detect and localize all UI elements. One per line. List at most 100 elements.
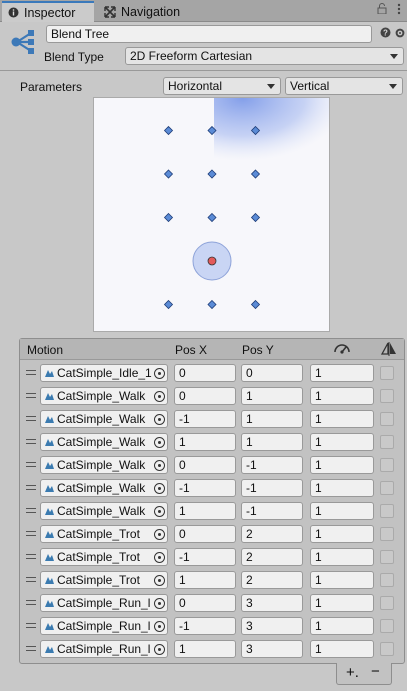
mirror-checkbox[interactable]: [380, 458, 394, 472]
pos-x-field[interactable]: 1: [174, 433, 236, 451]
pos-x-field[interactable]: 0: [174, 594, 236, 612]
object-picker-icon[interactable]: [154, 483, 165, 494]
speed-field[interactable]: 1: [310, 548, 374, 566]
pos-x-field[interactable]: 0: [174, 364, 236, 382]
mirror-checkbox[interactable]: [380, 573, 394, 587]
pos-x-field[interactable]: -1: [174, 548, 236, 566]
pos-y-field[interactable]: 1: [241, 433, 303, 451]
pos-x-field[interactable]: 1: [174, 571, 236, 589]
blend-graph[interactable]: [93, 97, 330, 332]
pos-x-field[interactable]: 0: [174, 456, 236, 474]
pos-x-field[interactable]: -1: [174, 410, 236, 428]
speed-field[interactable]: 1: [310, 387, 374, 405]
pos-y-field[interactable]: 1: [241, 387, 303, 405]
drag-handle-icon[interactable]: [26, 462, 36, 467]
drag-handle-icon[interactable]: [26, 439, 36, 444]
object-picker-icon[interactable]: [154, 437, 165, 448]
pos-y-field[interactable]: 2: [241, 571, 303, 589]
drag-handle-icon[interactable]: [26, 623, 36, 628]
tab-inspector[interactable]: Inspector: [2, 1, 94, 22]
speed-field[interactable]: 1: [310, 433, 374, 451]
param-x-dropdown[interactable]: Horizontal: [163, 77, 281, 95]
blend-node[interactable]: [250, 169, 261, 179]
blend-node[interactable]: [163, 125, 174, 136]
motion-field[interactable]: CatSimple_Run_l: [40, 594, 168, 612]
blend-node[interactable]: [163, 299, 174, 310]
pos-y-field[interactable]: 1: [241, 410, 303, 428]
mirror-checkbox[interactable]: [380, 435, 394, 449]
motion-field[interactable]: CatSimple_Walk: [40, 410, 168, 428]
motion-row[interactable]: CatSimple_Trot -1 2 1: [20, 545, 404, 568]
motion-field[interactable]: CatSimple_Trot: [40, 571, 168, 589]
blend-node[interactable]: [250, 299, 261, 310]
motion-row[interactable]: CatSimple_Walk 0 -1 1: [20, 453, 404, 476]
help-icon[interactable]: ?: [380, 27, 391, 41]
motion-row[interactable]: CatSimple_Walk 1 1 1: [20, 430, 404, 453]
drag-handle-icon[interactable]: [26, 600, 36, 605]
pos-x-field[interactable]: 0: [174, 387, 236, 405]
object-picker-icon[interactable]: [154, 460, 165, 471]
speed-field[interactable]: 1: [310, 479, 374, 497]
object-picker-icon[interactable]: [154, 575, 165, 586]
object-picker-icon[interactable]: [154, 368, 165, 379]
pos-y-field[interactable]: 2: [241, 525, 303, 543]
motion-row[interactable]: CatSimple_Trot 1 2 1: [20, 568, 404, 591]
object-picker-icon[interactable]: [154, 391, 165, 402]
speed-field[interactable]: 1: [310, 364, 374, 382]
pos-y-field[interactable]: -1: [241, 502, 303, 520]
pos-x-field[interactable]: -1: [174, 479, 236, 497]
blend-type-dropdown[interactable]: 2D Freeform Cartesian: [125, 47, 404, 65]
blend-node[interactable]: [163, 169, 174, 179]
drag-handle-icon[interactable]: [26, 370, 36, 375]
blend-node[interactable]: [207, 212, 217, 223]
motion-field[interactable]: CatSimple_Walk: [40, 479, 168, 497]
pos-x-field[interactable]: -1: [174, 617, 236, 635]
mirror-checkbox[interactable]: [380, 642, 394, 656]
param-y-dropdown[interactable]: Vertical: [285, 77, 403, 95]
object-picker-icon[interactable]: [154, 598, 165, 609]
speed-field[interactable]: 1: [310, 594, 374, 612]
remove-motion-button[interactable]: −: [371, 663, 380, 680]
active-point[interactable]: [207, 256, 217, 266]
motion-field[interactable]: CatSimple_Walk: [40, 387, 168, 405]
motion-field[interactable]: CatSimple_Walk: [40, 456, 168, 474]
mirror-checkbox[interactable]: [380, 619, 394, 633]
speed-field[interactable]: 1: [310, 525, 374, 543]
mirror-checkbox[interactable]: [380, 596, 394, 610]
motion-row[interactable]: CatSimple_Idle_1 0 0 1: [20, 361, 404, 384]
mirror-checkbox[interactable]: [380, 389, 394, 403]
pos-x-field[interactable]: 1: [174, 502, 236, 520]
mirror-checkbox[interactable]: [380, 412, 394, 426]
object-picker-icon[interactable]: [154, 529, 165, 540]
speed-field[interactable]: 1: [310, 640, 374, 658]
speed-field[interactable]: 1: [310, 410, 374, 428]
speed-field[interactable]: 1: [310, 571, 374, 589]
object-picker-icon[interactable]: [154, 621, 165, 632]
lock-icon[interactable]: [377, 3, 387, 18]
mirror-checkbox[interactable]: [380, 366, 394, 380]
drag-handle-icon[interactable]: [26, 554, 36, 559]
pos-y-field[interactable]: 2: [241, 548, 303, 566]
motion-row[interactable]: CatSimple_Run_l -1 3 1: [20, 614, 404, 637]
blend-node[interactable]: [207, 299, 217, 310]
drag-handle-icon[interactable]: [26, 577, 36, 582]
motion-field[interactable]: CatSimple_Walk: [40, 502, 168, 520]
pos-y-field[interactable]: -1: [241, 456, 303, 474]
name-input[interactable]: Blend Tree: [46, 25, 372, 43]
drag-handle-icon[interactable]: [26, 485, 36, 490]
motion-field[interactable]: CatSimple_Idle_1: [40, 364, 168, 382]
motion-row[interactable]: CatSimple_Walk 0 1 1: [20, 384, 404, 407]
motion-row[interactable]: CatSimple_Walk 1 -1 1: [20, 499, 404, 522]
motion-field[interactable]: CatSimple_Trot: [40, 548, 168, 566]
object-picker-icon[interactable]: [154, 552, 165, 563]
drag-handle-icon[interactable]: [26, 531, 36, 536]
blend-node[interactable]: [207, 169, 217, 179]
object-picker-icon[interactable]: [154, 506, 165, 517]
blend-node[interactable]: [250, 212, 261, 223]
drag-handle-icon[interactable]: [26, 393, 36, 398]
mirror-checkbox[interactable]: [380, 504, 394, 518]
mirror-checkbox[interactable]: [380, 550, 394, 564]
speed-field[interactable]: 1: [310, 502, 374, 520]
tab-navigation[interactable]: Navigation: [98, 1, 198, 22]
pos-x-field[interactable]: 0: [174, 525, 236, 543]
